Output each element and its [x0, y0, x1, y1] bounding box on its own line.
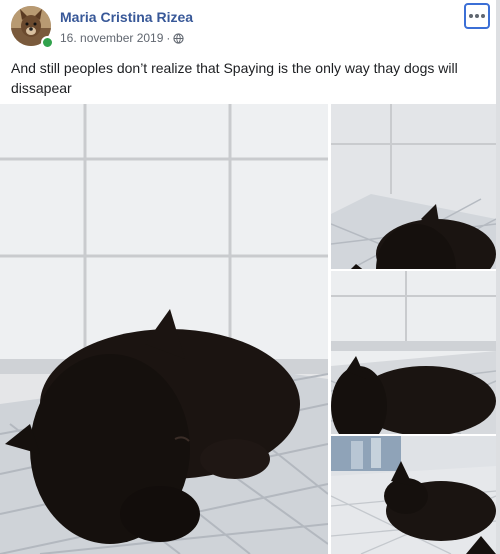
- post-text: And still peoples don’t realize that Spa…: [11, 60, 458, 96]
- photo-thumbnail-2[interactable]: [331, 271, 496, 434]
- author-name-link[interactable]: Maria Cristina Rizea: [60, 9, 193, 25]
- globe-icon[interactable]: [173, 32, 185, 44]
- post-date-link[interactable]: 16. november 2019: [60, 31, 163, 45]
- photo-thumbnail-1[interactable]: [331, 104, 496, 269]
- post-card: Maria Cristina Rizea 16. november 2019 ·…: [0, 0, 500, 554]
- photo-main[interactable]: [0, 104, 328, 554]
- post-meta: 16. november 2019 ·: [60, 31, 185, 45]
- meta-separator: ·: [166, 31, 171, 45]
- photo-thumbnail-3[interactable]: [331, 436, 496, 554]
- more-options-icon: [469, 14, 473, 18]
- online-status-indicator: [41, 36, 54, 49]
- more-options-button[interactable]: [464, 3, 490, 29]
- card-border: [496, 0, 500, 554]
